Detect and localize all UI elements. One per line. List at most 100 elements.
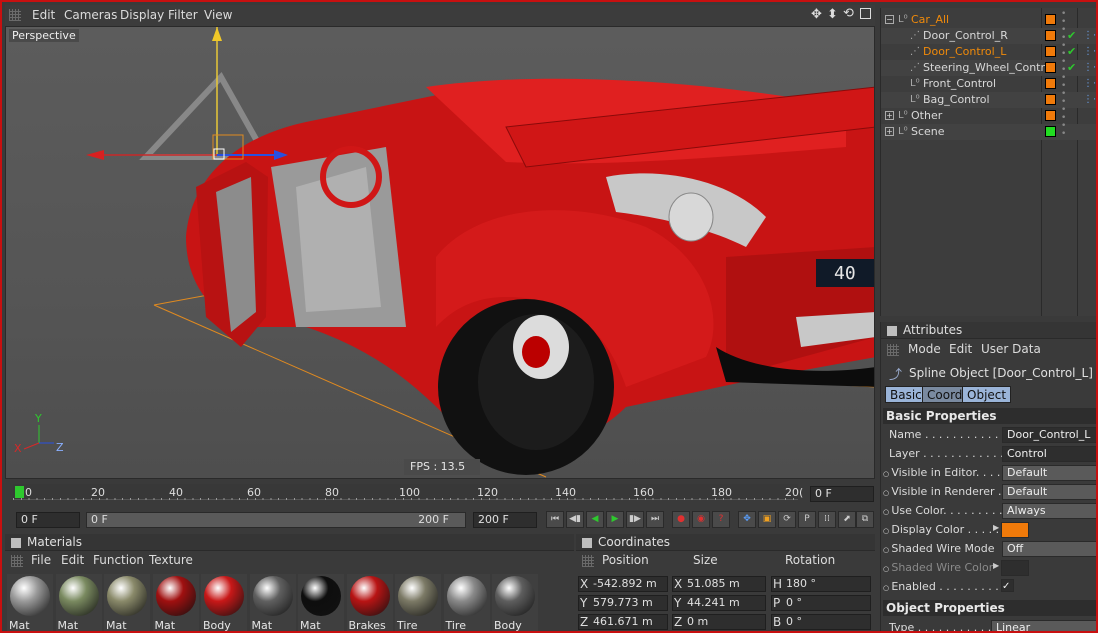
menu-view[interactable]: View [204,8,232,22]
visibility-dots-icon[interactable]: • • [1061,42,1066,59]
goto-start-icon[interactable]: ⏮ [546,511,564,528]
menu-filter[interactable]: Filter [168,8,198,22]
visibility-dots-icon[interactable]: • • [1061,10,1066,27]
visibility-dots-icon[interactable]: • • [1061,106,1066,123]
menu-cameras[interactable]: Cameras [64,8,117,22]
enabled-check-icon[interactable]: ✔ [1067,60,1076,76]
expand-arrow-icon[interactable]: ▶ [993,523,999,532]
next-frame-icon[interactable]: ▮▶ [626,511,644,528]
object-name[interactable]: Bag_Control [923,92,990,108]
attribute-value[interactable]: Off [1002,541,1096,557]
play-forward-icon[interactable]: ▶ [606,511,624,528]
menu-edit[interactable]: Edit [32,8,55,22]
object-name[interactable]: Front_Control [923,76,996,92]
tag-icon[interactable]: ⋮⋯ [1083,76,1096,92]
attribute-value[interactable] [1001,522,1029,538]
rotation-field[interactable]: 0 ° [771,595,871,611]
material-swatch[interactable]: Mat [104,574,150,631]
position-field[interactable]: -542.892 m [578,576,668,592]
zoom-view-icon[interactable]: ⬍ [827,7,838,22]
key-param-icon[interactable]: P [798,511,816,528]
tab-basic[interactable]: Basic [885,386,927,403]
size-field[interactable]: 51.085 m [672,576,766,592]
position-field[interactable]: 579.773 m [578,595,668,611]
material-swatch[interactable]: Tire [395,574,441,631]
rotation-field[interactable]: 180 ° [771,576,871,592]
material-swatch[interactable]: Mat [152,574,199,631]
layer-color-icon[interactable] [1045,110,1056,121]
attribute-value[interactable]: Default [1002,465,1096,481]
visibility-dots-icon[interactable]: • • [1061,58,1066,75]
object-row[interactable]: + L⁰ Scene • • [881,122,1096,140]
layer-color-icon[interactable] [1045,30,1056,41]
enabled-check-icon[interactable]: ✔ [1067,44,1076,60]
layer-color-icon[interactable] [1045,126,1056,137]
attribute-value[interactable]: Control [1002,446,1096,462]
key-position-icon[interactable]: ✥ [738,511,756,528]
rotate-view-icon[interactable]: ⟲ [843,6,854,21]
help-icon[interactable]: ? [712,511,730,528]
range-slider[interactable]: 0 F 200 F [86,512,466,528]
layer-color-icon[interactable] [1045,14,1056,25]
attribute-value[interactable] [1001,560,1029,576]
material-swatch[interactable]: Mat [249,574,296,631]
move-view-icon[interactable]: ✥ [811,7,822,22]
attribute-value[interactable]: Default [1002,484,1096,500]
key-extra-icon[interactable]: ⧉ [856,511,874,528]
visibility-dots-icon[interactable]: • • [1061,90,1066,107]
end-frame-field[interactable]: 200 F [473,512,537,528]
type-dropdown[interactable]: Linear [991,620,1096,631]
materials-menu-function[interactable]: Function [93,553,144,567]
attribute-value[interactable]: Door_Control_L [1002,427,1096,443]
tab-object[interactable]: Object [962,386,1012,403]
prev-frame-icon[interactable]: ◀▮ [566,511,584,528]
size-field[interactable]: 44.241 m [672,595,766,611]
layer-color-icon[interactable] [1045,94,1056,105]
perspective-viewport[interactable]: 40 Y X Z Perspective FPS : 13.5 [5,26,875,479]
key-mode-icon[interactable]: ⬈ [838,511,856,528]
expand-icon[interactable]: + [885,127,894,136]
position-field[interactable]: 461.671 m [578,614,668,630]
size-field[interactable]: 0 m [672,614,766,630]
expand-icon[interactable]: − [885,15,894,24]
layer-color-icon[interactable] [1045,62,1056,73]
material-swatch[interactable]: Brakes [346,574,393,631]
material-swatch[interactable]: Mat [298,574,344,631]
object-name[interactable]: Car_All [911,12,949,28]
attr-menu-user-data[interactable]: User Data [981,342,1041,356]
material-swatch[interactable]: Mat [55,574,102,631]
tab-coord[interactable]: Coord [922,386,968,403]
visibility-dots-icon[interactable]: • • [1061,26,1066,43]
material-swatch[interactable]: Mat [7,574,53,631]
rotation-field[interactable]: 0 ° [771,614,871,630]
key-rotation-icon[interactable]: ⟳ [778,511,796,528]
visibility-dots-icon[interactable]: • • [1061,122,1066,139]
material-swatch[interactable]: Body [201,574,247,631]
menu-display[interactable]: Display [120,8,164,22]
materials-menu-file[interactable]: File [31,553,51,567]
object-name[interactable]: Scene [911,124,945,140]
material-swatch[interactable]: Tire [443,574,490,631]
attr-menu-mode[interactable]: Mode [908,342,941,356]
object-name[interactable]: Steering_Wheel_Control [923,60,1055,76]
materials-menu-texture[interactable]: Texture [149,553,193,567]
layer-color-icon[interactable] [1045,78,1056,89]
current-frame-field[interactable]: 0 F [810,486,874,502]
object-name[interactable]: Other [911,108,942,124]
attribute-value[interactable]: Always [1002,503,1096,519]
autokey-icon[interactable]: ◉ [692,511,710,528]
materials-menu-edit[interactable]: Edit [61,553,84,567]
attr-menu-edit[interactable]: Edit [949,342,972,356]
expand-icon[interactable]: + [885,111,894,120]
tag-icon[interactable]: ⋮⋯ [1083,60,1096,76]
key-pla-icon[interactable]: ⁞⁞ [818,511,836,528]
object-name[interactable]: Door_Control_R [923,28,1008,44]
key-scale-icon[interactable]: ▣ [758,511,776,528]
maximize-view-icon[interactable] [860,8,871,19]
tag-icon[interactable]: ⋮⋯ [1083,28,1096,44]
visibility-dots-icon[interactable]: • • [1061,74,1066,91]
play-backward-icon[interactable]: ◀ [586,511,604,528]
tag-icon[interactable]: ⋮⋯ [1083,92,1096,108]
tag-icon[interactable]: ⋮⋯ [1083,44,1096,60]
object-name[interactable]: Door_Control_L [923,44,1006,60]
